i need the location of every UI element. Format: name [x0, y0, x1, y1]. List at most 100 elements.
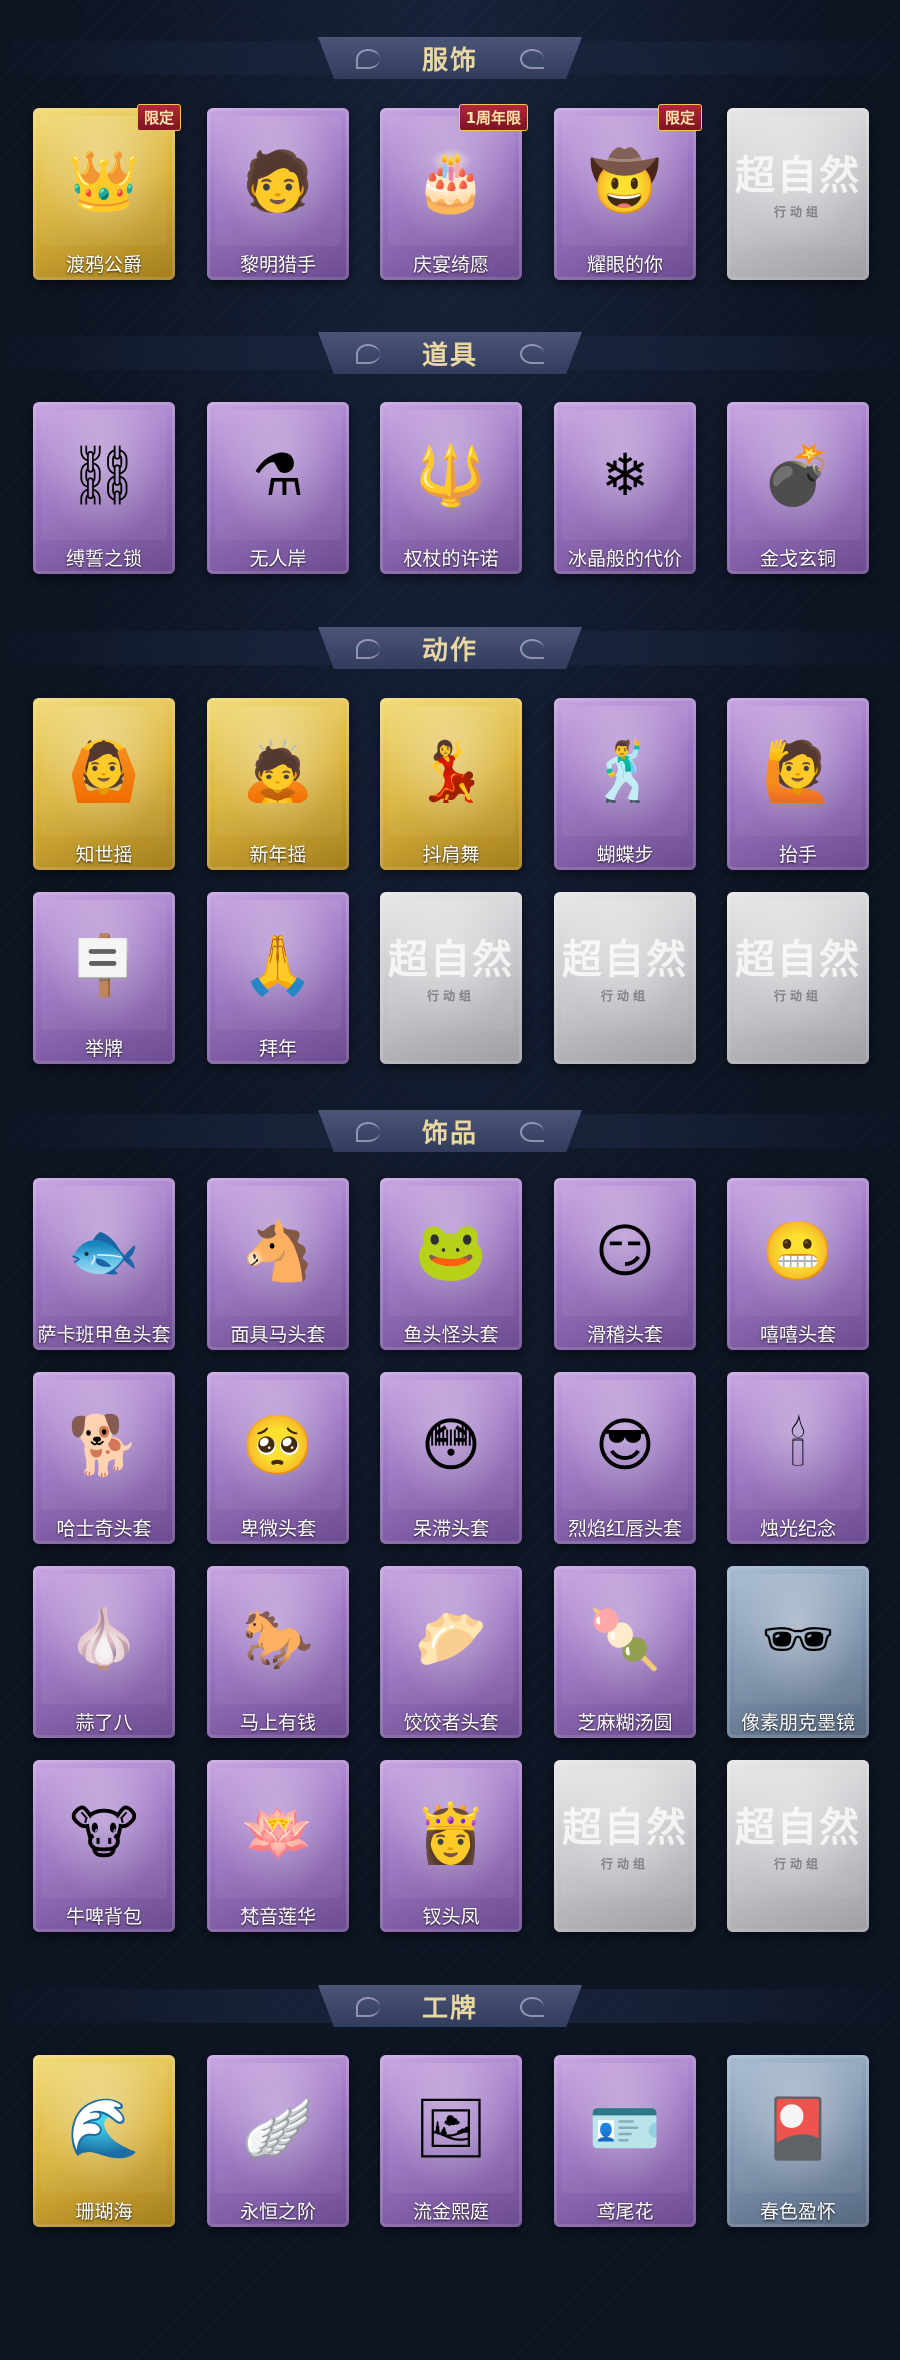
swirl-ornament-icon [356, 49, 380, 69]
item-card[interactable]: 🙇 新年摇 [207, 698, 349, 870]
item-card[interactable]: 超自然 行动组 [554, 1760, 696, 1932]
section-header-2: 道具 [0, 322, 900, 382]
item-card[interactable]: 😎 烈焰红唇头套 [554, 1372, 696, 1544]
item-name [727, 1900, 869, 1930]
item-card[interactable]: 🐮 牛啤背包 [33, 1760, 175, 1932]
item-card[interactable]: 👑 限定 渡鸦公爵 [33, 104, 181, 280]
placeholder-logo-subtext: 行动组 [773, 988, 822, 1003]
item-image: 🌊 [41, 2063, 167, 2193]
section-header-4: 饰品 [0, 1100, 900, 1160]
item-card[interactable]: 🕺 蝴蝶步 [554, 698, 696, 870]
item-card[interactable]: 🙆 知世摇 [33, 698, 175, 870]
item-card[interactable]: 🧄 蒜了八 [33, 1566, 175, 1738]
item-card[interactable]: 🪷 梵音莲华 [207, 1760, 349, 1932]
item-card[interactable]: 🕶 像素朋克墨镜 [727, 1566, 869, 1738]
item-card[interactable]: 🌊 珊瑚海 [33, 2055, 175, 2227]
placeholder-logo: 超自然 行动组 [735, 143, 861, 220]
item-name: 钗头凤 [422, 1905, 480, 1928]
item-card[interactable]: 🐸 鱼头怪头套 [380, 1178, 522, 1350]
item-name: 哈士奇头套 [56, 1517, 152, 1540]
item-card[interactable]: 超自然 行动组 [727, 108, 869, 280]
item-name: 梵音莲华 [239, 1905, 316, 1928]
item-card[interactable]: 🖼 流金熙庭 [380, 2055, 522, 2227]
lotus-doll-icon: 🪷 [241, 1799, 315, 1867]
placeholder-logo-subtext: 行动组 [773, 204, 822, 219]
item-card[interactable]: 🐴 面具马头套 [207, 1178, 349, 1350]
item-card[interactable]: 🧑 黎明猎手 [207, 108, 349, 280]
pose-icon: 🕺 [588, 737, 662, 805]
section-title-plaque: 工牌 [318, 1985, 582, 2027]
item-card[interactable]: 🎴 春色盈怀 [727, 2055, 869, 2227]
item-card[interactable]: 🤠 限定 耀眼的你 [554, 104, 702, 280]
item-card[interactable]: 😏 滑稽头套 [554, 1178, 696, 1350]
item-card[interactable]: 😳 呆滞头套 [380, 1372, 522, 1544]
pose-icon: 🪧 [67, 931, 141, 999]
item-name: 呆滞头套 [412, 1517, 489, 1540]
item-card[interactable]: 超自然 行动组 [727, 892, 869, 1064]
item-image: 超自然 行动组 [735, 116, 861, 246]
item-card[interactable]: 🪪 鸢尾花 [554, 2055, 696, 2227]
item-image: 🐴 [215, 1186, 341, 1316]
section-title: 服饰 [421, 45, 478, 76]
item-card[interactable]: ❄ 冰晶般的代价 [554, 402, 696, 574]
item-card[interactable]: 🐟 萨卡班甲鱼头套 [33, 1178, 175, 1350]
item-image: 😳 [388, 1380, 514, 1510]
item-image: 🐟 [41, 1186, 167, 1316]
item-card[interactable]: ⚗ 无人岸 [207, 402, 349, 574]
item-card[interactable]: 😬 嘻嘻头套 [727, 1178, 869, 1350]
item-image: 😬 [735, 1186, 861, 1316]
item-name: 举牌 [84, 1037, 123, 1060]
item-card[interactable]: 🔱 权杖的许诺 [380, 402, 522, 574]
item-card[interactable]: 超自然 行动组 [554, 892, 696, 1064]
swirl-ornament-icon [520, 344, 544, 364]
item-name: 新年摇 [249, 843, 307, 866]
item-card[interactable]: 超自然 行动组 [380, 892, 522, 1064]
item-card[interactable]: 🐎 马上有钱 [207, 1566, 349, 1738]
item-image: 超自然 行动组 [388, 900, 514, 1030]
item-card[interactable]: ⛓ 缚誓之锁 [33, 402, 175, 574]
placeholder-logo-text: 超自然 [562, 1803, 688, 1851]
pose-icon: 🙋 [761, 737, 835, 805]
portrait-icon: 🧑 [241, 147, 315, 215]
item-name [727, 1032, 869, 1062]
section-title: 工牌 [421, 1993, 478, 2024]
placeholder-logo: 超自然 行动组 [562, 927, 688, 1004]
item-name: 渡鸦公爵 [65, 253, 142, 276]
item-card[interactable]: 超自然 行动组 [727, 1760, 869, 1932]
flushed-face-icon: 😳 [420, 1411, 482, 1479]
item-card[interactable]: 🐕 哈士奇头套 [33, 1372, 175, 1544]
item-card[interactable]: 💣 金戈玄铜 [727, 402, 869, 574]
item-image: 🐮 [41, 1768, 167, 1898]
item-card[interactable]: 🙋 抬手 [727, 698, 869, 870]
item-name: 萨卡班甲鱼头套 [37, 1323, 171, 1346]
item-name: 拜年 [258, 1037, 297, 1060]
item-card[interactable]: 👸 钗头凤 [380, 1760, 522, 1932]
item-name [727, 248, 869, 278]
item-image: 超自然 行动组 [735, 1768, 861, 1898]
item-card[interactable]: 🙏 拜年 [207, 892, 349, 1064]
item-name: 春色盈怀 [759, 2200, 836, 2223]
item-card[interactable]: 💃 抖肩舞 [380, 698, 522, 870]
item-image: 🧑 [215, 116, 341, 246]
item-card[interactable]: 🪧 举牌 [33, 892, 175, 1064]
item-image: 🎂 [388, 116, 514, 246]
item-card[interactable]: 🕯 烛光纪念 [727, 1372, 869, 1544]
section-title-plaque: 饰品 [318, 1110, 582, 1152]
item-card[interactable]: 🥟 饺饺者头套 [380, 1566, 522, 1738]
item-image: 🪧 [41, 900, 167, 1030]
item-name: 烛光纪念 [759, 1517, 836, 1540]
item-card[interactable]: 🍡 芝麻糊汤圆 [554, 1566, 696, 1738]
item-card[interactable]: 🎂 1周年限 庆宴绮愿 [380, 104, 528, 280]
item-name: 流金熙庭 [412, 2200, 489, 2223]
item-card[interactable]: 🥺 卑微头套 [207, 1372, 349, 1544]
item-image: 超自然 行动组 [562, 900, 688, 1030]
badge-icon: 🪪 [588, 2094, 662, 2162]
item-image: 🪽 [215, 2063, 341, 2193]
limited-tag: 限定 [657, 104, 702, 131]
item-image: 🎴 [735, 2063, 861, 2193]
item-name: 马上有钱 [239, 1711, 316, 1734]
item-image: 🐸 [388, 1186, 514, 1316]
item-card[interactable]: 🪽 永恒之阶 [207, 2055, 349, 2227]
placeholder-logo-text: 超自然 [735, 151, 861, 199]
section-title-plaque: 动作 [318, 627, 582, 669]
